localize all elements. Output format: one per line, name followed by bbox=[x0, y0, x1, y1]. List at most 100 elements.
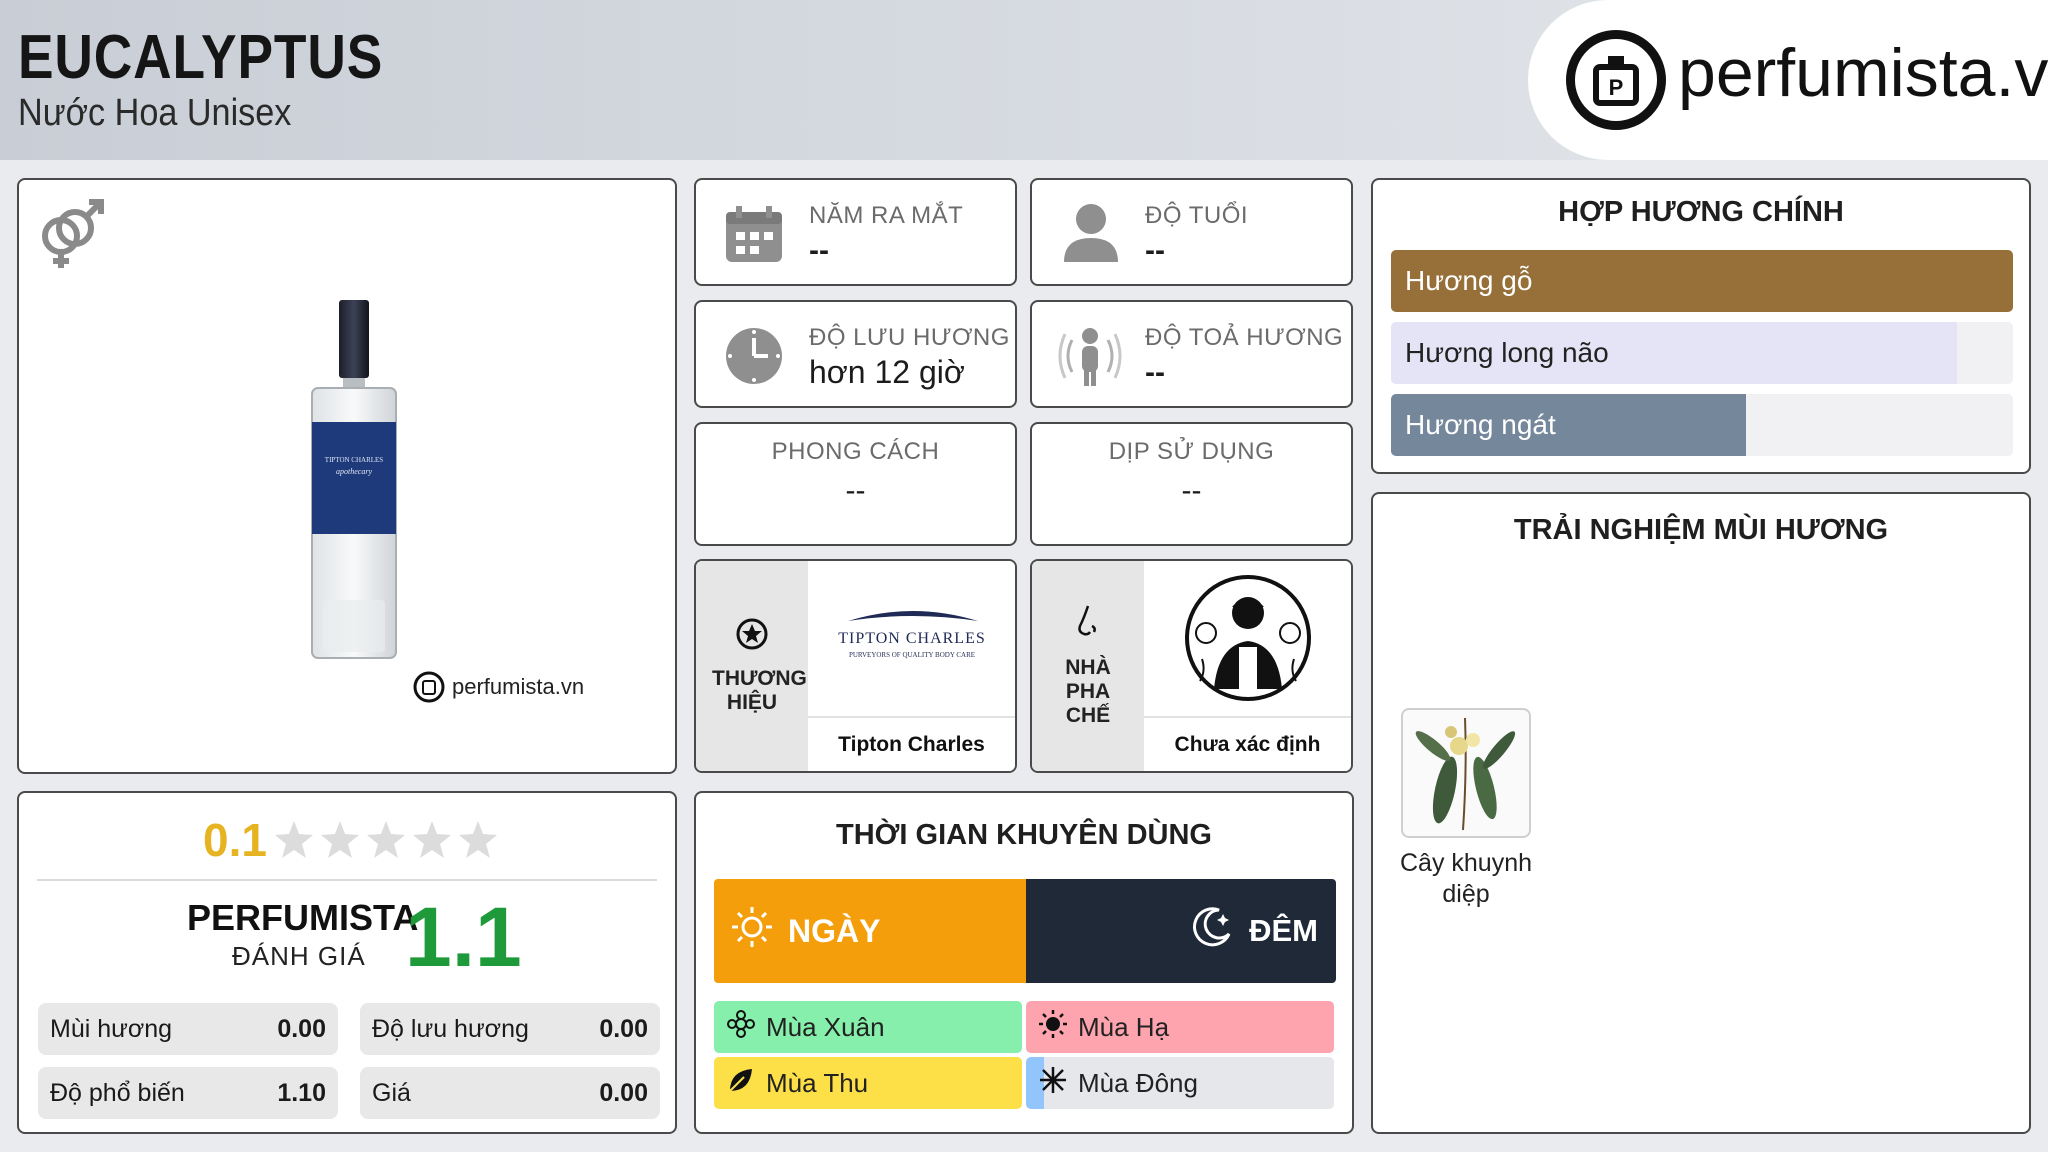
longevity-value: hơn 12 giờ bbox=[809, 354, 965, 390]
accord-label: Hương gỗ bbox=[1405, 265, 1533, 296]
occasion-label: DỊP SỬ DỤNG bbox=[1108, 438, 1275, 465]
product-image-panel: TIPTON CHARLES apothecary perfumista.vn bbox=[17, 178, 677, 774]
launch-year-card: NĂM RA MẮT -- bbox=[694, 178, 1017, 286]
perfume-title: EUCALYPTUS bbox=[18, 23, 384, 92]
accord-label: Hương ngát bbox=[1405, 409, 1556, 440]
star-rating[interactable] bbox=[273, 819, 499, 861]
season-label: Mùa Hạ bbox=[1078, 1011, 1170, 1042]
accord-label: Hương long não bbox=[1405, 337, 1609, 368]
calendar-icon bbox=[724, 204, 784, 269]
sillage-label: ĐỘ TOẢ HƯƠNG bbox=[1145, 324, 1344, 351]
watermark-text: perfumista.vn bbox=[452, 674, 585, 699]
season-fill bbox=[1026, 1001, 1334, 1053]
longevity-label: ĐỘ LƯU HƯƠNG bbox=[809, 324, 1010, 351]
perfumista-sub: ĐÁNH GIÁ bbox=[232, 941, 366, 971]
clock-icon bbox=[724, 326, 784, 391]
brand-card[interactable]: THƯƠNG HIỆU TIPTON CHARLES PURVEYORS OF … bbox=[694, 559, 1017, 773]
style-label: PHONG CÁCH bbox=[771, 438, 940, 465]
leaf-icon bbox=[726, 1065, 756, 1102]
scent-experience-panel: TRẢI NGHIỆM MÙI HƯƠNG Cây khuynh diệp bbox=[1371, 492, 2031, 1134]
star-icon[interactable] bbox=[365, 819, 407, 861]
svg-text:TIPTON CHARLES: TIPTON CHARLES bbox=[325, 456, 384, 464]
metric-value: 0.00 bbox=[599, 1014, 648, 1043]
brand-logo-text: TIPTON CHARLES bbox=[838, 630, 986, 647]
snowflake-icon bbox=[1038, 1065, 1068, 1102]
accords-title: HỢP HƯƠNG CHÍNH bbox=[1558, 196, 1844, 228]
svg-text:apothecary: apothecary bbox=[336, 467, 372, 476]
metric-value: 0.00 bbox=[599, 1078, 648, 1107]
accord-bar: Hương long não bbox=[1391, 322, 2013, 384]
brand-side: THƯƠNG HIỆU bbox=[696, 561, 808, 771]
flower-icon bbox=[726, 1009, 756, 1046]
season-4: Mùa Đông bbox=[1026, 1057, 1334, 1109]
recommended-time-panel: THỜI GIAN KHUYÊN DÙNG NGÀY ĐÊM Mùa Xuân M… bbox=[694, 791, 1354, 1134]
image-watermark: perfumista.vn bbox=[412, 670, 584, 704]
site-brand[interactable]: P perfumista.vn bbox=[1528, 0, 2048, 160]
brand-logo-image: TIPTON CHARLES PURVEYORS OF QUALITY BODY… bbox=[808, 561, 1015, 716]
metric-label: Mùi hương bbox=[50, 1014, 173, 1043]
user-score: 0.1 bbox=[203, 814, 267, 866]
metric-longevity: Độ lưu hương 0.00 bbox=[360, 1003, 660, 1055]
night-segment: ĐÊM bbox=[1026, 879, 1336, 983]
metric-popularity: Độ phổ biến 1.10 bbox=[38, 1067, 338, 1119]
perfume-bottle-logo-icon: P bbox=[1566, 30, 1666, 130]
metric-scent: Mùi hương 0.00 bbox=[38, 1003, 338, 1055]
accord-bar: Hương gỗ bbox=[1391, 250, 2013, 312]
occasion-card: DỊP SỬ DỤNG -- bbox=[1030, 422, 1353, 546]
style-value: -- bbox=[845, 474, 866, 507]
season-2: Mùa Hạ bbox=[1026, 1001, 1334, 1053]
season-3: Mùa Thu bbox=[714, 1057, 1022, 1109]
accord-bar: Hương ngát bbox=[1391, 394, 2013, 456]
night-label: ĐÊM bbox=[1249, 913, 1318, 948]
sillage-card: ĐỘ TOẢ HƯƠNG -- bbox=[1030, 300, 1353, 408]
perfumer-side-label: NHÀ PHA CHẾ bbox=[1065, 656, 1111, 727]
launch-year-value: -- bbox=[809, 234, 829, 267]
launch-year-label: NĂM RA MẮT bbox=[809, 202, 964, 229]
season-label: Mùa Xuân bbox=[766, 1011, 885, 1042]
svg-text:P: P bbox=[1609, 75, 1624, 100]
metric-price: Giá 0.00 bbox=[360, 1067, 660, 1119]
site-brand-name: perfumista.vn bbox=[1678, 35, 2048, 111]
product-bottle-image: TIPTON CHARLES apothecary bbox=[309, 300, 399, 665]
metric-label: Giá bbox=[372, 1078, 411, 1107]
experience-title: TRẢI NGHIỆM MÙI HƯƠNG bbox=[1513, 514, 1889, 546]
season-label: Mùa Thu bbox=[766, 1067, 869, 1098]
metric-value: 1.10 bbox=[277, 1078, 326, 1107]
brand-name: Tipton Charles bbox=[808, 716, 1015, 771]
brand-logo-tagline: PURVEYORS OF QUALITY BODY CARE bbox=[849, 651, 975, 659]
style-card: PHONG CÁCH -- bbox=[694, 422, 1017, 546]
perfume-subtitle: Nước Hoa Unisex bbox=[18, 92, 292, 134]
metric-value: 0.00 bbox=[277, 1014, 326, 1043]
star-icon[interactable] bbox=[273, 819, 315, 861]
page-header: EUCALYPTUS Nước Hoa Unisex P perfumista.… bbox=[0, 0, 2048, 160]
perfumer-image bbox=[1144, 561, 1351, 716]
rating-panel: 0.1 PERFUMISTA ĐÁNH GIÁ 1.1 Mùi hương 0.… bbox=[17, 791, 677, 1134]
recommend-title: THỜI GIAN KHUYÊN DÙNG bbox=[836, 819, 1212, 851]
star-icon[interactable] bbox=[411, 819, 453, 861]
main-accords-panel: HỢP HƯƠNG CHÍNH Hương gỗ Hương long não Hư… bbox=[1371, 178, 2031, 474]
sun-icon bbox=[730, 905, 774, 957]
age-card: ĐỘ TUỔI -- bbox=[1030, 178, 1353, 286]
season-1: Mùa Xuân bbox=[714, 1001, 1022, 1053]
sillage-person-icon bbox=[1058, 322, 1122, 393]
moon-icon bbox=[1189, 904, 1235, 958]
sun-season-icon bbox=[1038, 1009, 1068, 1046]
longevity-card: ĐỘ LƯU HƯƠNG hơn 12 giờ bbox=[694, 300, 1017, 408]
star-icon[interactable] bbox=[457, 819, 499, 861]
note-eucalyptus-image[interactable] bbox=[1401, 708, 1531, 838]
star-icon[interactable] bbox=[319, 819, 361, 861]
perfumista-label: PERFUMISTA bbox=[187, 897, 419, 938]
sillage-value: -- bbox=[1145, 356, 1165, 389]
user-rating: 0.1 bbox=[203, 813, 499, 867]
perfumer-side: NHÀ PHA CHẾ bbox=[1032, 561, 1144, 771]
metric-label: Độ lưu hương bbox=[372, 1014, 529, 1043]
perfumer-name: Chưa xác định bbox=[1144, 716, 1351, 771]
perfumer-card[interactable]: NHÀ PHA CHẾ Chưa xác định bbox=[1030, 559, 1353, 773]
metric-label: Độ phổ biến bbox=[50, 1078, 185, 1107]
perfumista-score: 1.1 bbox=[405, 890, 522, 984]
brand-side-label: THƯƠNG HIỆU bbox=[712, 667, 807, 714]
day-night-bar: NGÀY ĐÊM bbox=[714, 879, 1336, 983]
age-label: ĐỘ TUỔI bbox=[1145, 202, 1249, 229]
season-label: Mùa Đông bbox=[1078, 1067, 1198, 1098]
unisex-icon bbox=[33, 194, 111, 277]
